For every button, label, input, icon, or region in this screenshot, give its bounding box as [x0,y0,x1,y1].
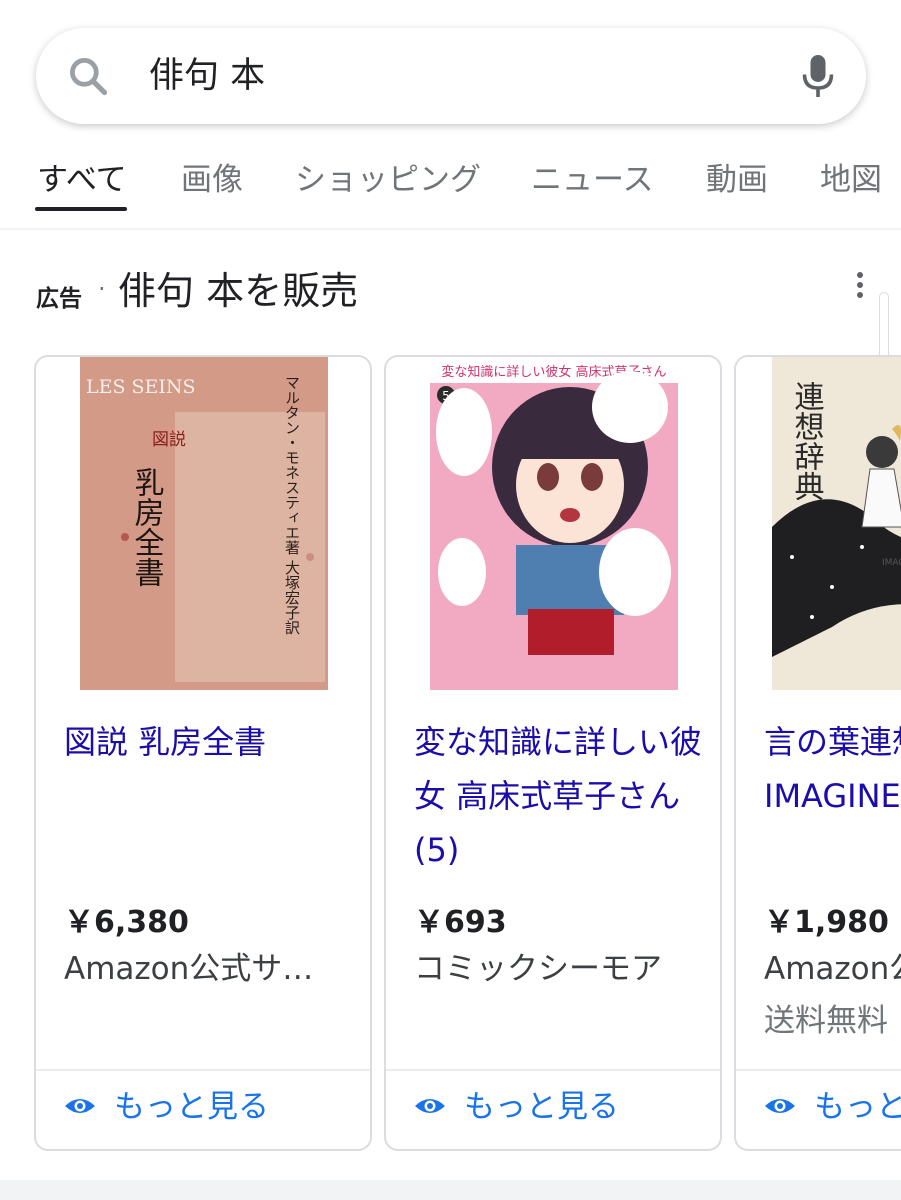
tab-all[interactable]: すべて [37,160,127,200]
search-bar[interactable]: 俳句 本 [36,28,866,124]
bottom-divider [0,1180,901,1200]
card-divider [386,1069,720,1071]
ad-label: 広告 [36,286,82,312]
card-divider [736,1069,901,1071]
cover-author: マルタン・モネスティエ著 大塚宏子訳 [283,375,301,635]
tab-news[interactable]: ニュース [531,160,653,200]
cover-main-text: 連想辞典 [789,381,825,501]
product-price: ￥6,380 [64,905,189,940]
card-divider [36,1069,370,1071]
see-more-label: もっと見る [114,1089,269,1125]
product-shipping: 送料無料 [764,1003,888,1039]
search-icon[interactable] [66,54,110,98]
product-title[interactable]: 変な知識に詳しい彼女 高床式草子さん(5) [414,715,714,877]
cover-sub-text: 図説 [152,430,186,450]
eye-icon [765,1099,795,1113]
tab-maps[interactable]: 地図 [820,160,882,200]
product-seller: Amazon公式サ… [764,951,901,987]
active-tab-indicator [35,207,127,211]
more-options-icon[interactable] [850,270,870,306]
cover-main-text: 乳房全書 [129,467,165,587]
product-title[interactable]: 言の葉連想辞典 (YUEISHA IMAGINE DICTIONARY) [764,715,901,823]
ad-title: 俳句 本を販売 [118,269,359,313]
product-card[interactable]: LES SEINS 図説 乳房全書 マルタン・モネスティエ著 大塚宏子訳 図説 … [34,355,372,1151]
product-card[interactable]: 変な知識に詳しい彼女 高床式草子さん 5 変な知識に詳しい彼女 高床式草子さん(… [384,355,722,1151]
eye-icon [415,1099,445,1113]
tab-images[interactable]: 画像 [181,160,243,200]
microphone-icon[interactable] [800,52,836,100]
ad-separator: · [98,275,106,303]
product-image[interactable]: LES SEINS 図説 乳房全書 マルタン・モネスティエ著 大塚宏子訳 [80,357,328,690]
tab-videos[interactable]: 動画 [706,160,768,200]
product-image[interactable]: 連想辞典 IMAGINE D [772,357,901,690]
tabs-divider [0,228,901,230]
product-image[interactable]: 変な知識に詳しい彼女 高床式草子さん 5 [430,357,678,690]
product-card[interactable]: 連想辞典 IMAGINE D 言の葉連想辞典 (YUEISHA IMAGINE … [734,355,901,1151]
search-input[interactable]: 俳句 本 [149,52,265,100]
product-price: ￥1,980 [764,905,889,940]
see-more-label: もっと見る [464,1089,619,1125]
eye-icon [65,1099,95,1113]
product-seller: コミックシーモア [414,951,662,987]
product-price: ￥693 [414,905,507,940]
cover-top-text: LES SEINS [86,376,196,398]
see-more-label: もっと見る [814,1089,901,1125]
product-seller: Amazon公式サ… [64,951,314,987]
search-tabs: すべて 画像 ショッピング ニュース 動画 地図 [0,140,901,232]
cover-sub-text: IMAGINE D [882,558,901,568]
tab-shopping[interactable]: ショッピング [295,160,481,200]
product-title[interactable]: 図説 乳房全書 [64,715,364,769]
